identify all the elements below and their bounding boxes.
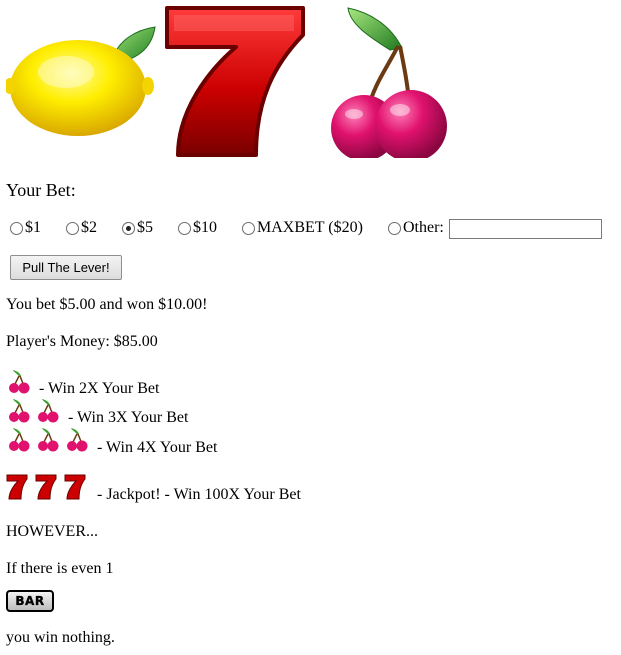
rule-jackpot: - Jackpot! - Win 100X Your Bet bbox=[97, 486, 301, 503]
rule-three-cherries: - Win 4X Your Bet bbox=[97, 439, 218, 456]
bet-option-other[interactable]: Other: bbox=[388, 219, 444, 237]
player-money: Player's Money: $85.00 bbox=[6, 333, 158, 350]
seven-icon bbox=[6, 474, 28, 500]
bet-option-10[interactable]: $10 bbox=[178, 219, 217, 237]
cherry-icon bbox=[9, 428, 30, 452]
seven-icon bbox=[64, 474, 86, 500]
bet-option-maxbet-label: MAXBET ($20) bbox=[257, 219, 363, 236]
radio-maxbet[interactable] bbox=[242, 221, 255, 235]
pull-lever-button[interactable]: Pull The Lever! bbox=[10, 255, 122, 280]
rule-one-cherry: - Win 2X Your Bet bbox=[39, 380, 160, 397]
bet-option-1-label: $1 bbox=[25, 219, 41, 236]
win-nothing-text: you win nothing. bbox=[6, 629, 115, 646]
radio-2[interactable] bbox=[66, 221, 79, 235]
your-bet-heading: Your Bet: bbox=[6, 180, 76, 200]
bar-label: BAR bbox=[15, 594, 45, 608]
bet-option-5[interactable]: $5 bbox=[122, 219, 153, 237]
bar-icon: BAR bbox=[6, 590, 54, 612]
however-text: HOWEVER... bbox=[6, 523, 98, 540]
result-text: You bet $5.00 and won $10.00! bbox=[6, 296, 208, 313]
if-even-text: If there is even 1 bbox=[6, 560, 114, 577]
rule-two-cherries: - Win 3X Your Bet bbox=[68, 409, 189, 426]
cherry-icon bbox=[9, 370, 30, 394]
cherry-icon bbox=[38, 428, 59, 452]
cherry-icon bbox=[67, 428, 88, 452]
lemon-icon bbox=[4, 26, 156, 136]
cherry-icon bbox=[38, 399, 59, 423]
radio-10[interactable] bbox=[178, 221, 191, 235]
bet-option-maxbet[interactable]: MAXBET ($20) bbox=[242, 219, 363, 237]
bet-option-2[interactable]: $2 bbox=[66, 219, 97, 237]
other-bet-input[interactable] bbox=[449, 219, 602, 239]
bet-option-5-label: $5 bbox=[137, 219, 153, 236]
bet-option-1[interactable]: $1 bbox=[10, 219, 41, 237]
radio-5[interactable] bbox=[122, 221, 135, 235]
bet-option-2-label: $2 bbox=[81, 219, 97, 236]
cherry-icon bbox=[331, 7, 447, 162]
cherry-icon bbox=[9, 399, 30, 423]
reel-2 bbox=[164, 5, 306, 157]
radio-1[interactable] bbox=[10, 221, 23, 235]
seven-icon bbox=[165, 6, 305, 157]
bet-option-other-label: Other: bbox=[403, 219, 444, 236]
seven-icon bbox=[35, 474, 57, 500]
reel-3 bbox=[328, 6, 450, 162]
radio-other[interactable] bbox=[388, 221, 401, 235]
bet-option-10-label: $10 bbox=[193, 219, 217, 236]
reel-1 bbox=[4, 0, 156, 160]
